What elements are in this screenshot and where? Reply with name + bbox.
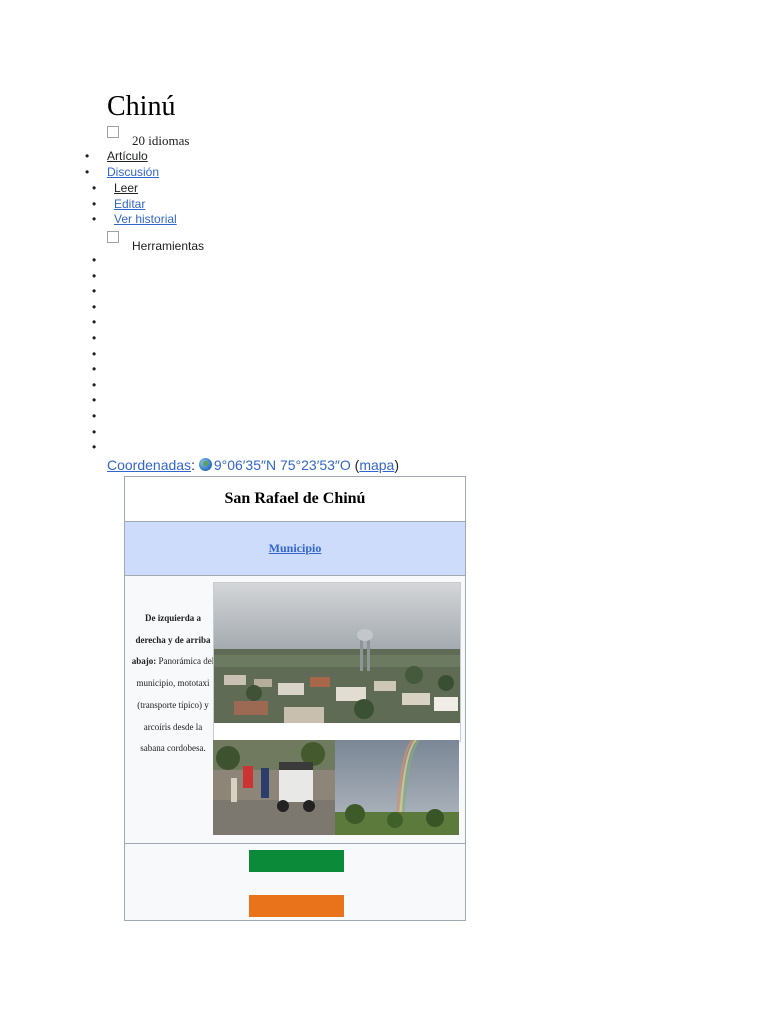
tab-article-label[interactable]: Artículo	[107, 149, 148, 163]
map-link[interactable]: mapa	[359, 457, 394, 473]
flag-orange-stripe[interactable]	[249, 895, 344, 917]
municipio-link[interactable]: Municipio	[269, 541, 322, 556]
tab-discussion[interactable]: Discusión	[85, 165, 159, 181]
language-toggle-checkbox[interactable]	[107, 126, 119, 138]
tab-discussion-label[interactable]: Discusión	[107, 165, 159, 179]
coordinates-link[interactable]: Coordenadas	[107, 457, 191, 473]
infobox-subtitle-row: Municipio	[125, 522, 465, 576]
tab-read[interactable]: Leer	[92, 181, 177, 197]
tools-toggle-checkbox[interactable]	[107, 231, 119, 243]
page-title: Chinú	[107, 91, 176, 122]
photo-caption: De izquierda a derecha y de arriba abajo…	[131, 608, 215, 760]
infobox-photo-row: De izquierda a derecha y de arriba abajo…	[125, 576, 465, 844]
languages-label[interactable]: 20 idiomas	[132, 133, 189, 149]
infobox: San Rafael de Chinú Municipio De izquier…	[124, 476, 466, 921]
coordinates: Coordenadas: 9°06′35″N 75°23′53″O (mapa)	[107, 457, 399, 473]
close-paren: )	[394, 457, 400, 473]
coordinates-value[interactable]: 9°06′35″N 75°23′53″O	[214, 457, 351, 473]
infobox-flag-row	[125, 844, 465, 922]
rainbow-savanna-image[interactable]	[335, 740, 459, 835]
view-tabs: Leer Editar Ver historial	[92, 181, 177, 228]
tab-edit[interactable]: Editar	[92, 197, 177, 213]
panoramic-town-image[interactable]	[213, 582, 461, 742]
caption-text: Panorámica del municipio, mototaxi (tran…	[136, 656, 215, 754]
namespace-tabs: Artículo Discusión	[85, 149, 159, 181]
tools-label[interactable]: Herramientas	[132, 239, 204, 253]
tab-article[interactable]: Artículo	[85, 149, 159, 165]
globe-icon[interactable]	[198, 458, 212, 471]
tab-history-label[interactable]: Ver historial	[114, 212, 177, 226]
tab-read-label[interactable]: Leer	[114, 181, 138, 195]
flag-green-stripe[interactable]	[249, 850, 344, 872]
tab-history[interactable]: Ver historial	[92, 212, 177, 228]
coordinates-separator: :	[191, 457, 195, 473]
tab-edit-label[interactable]: Editar	[114, 197, 145, 211]
mototaxi-image[interactable]	[213, 740, 335, 835]
infobox-title: San Rafael de Chinú	[125, 477, 465, 522]
